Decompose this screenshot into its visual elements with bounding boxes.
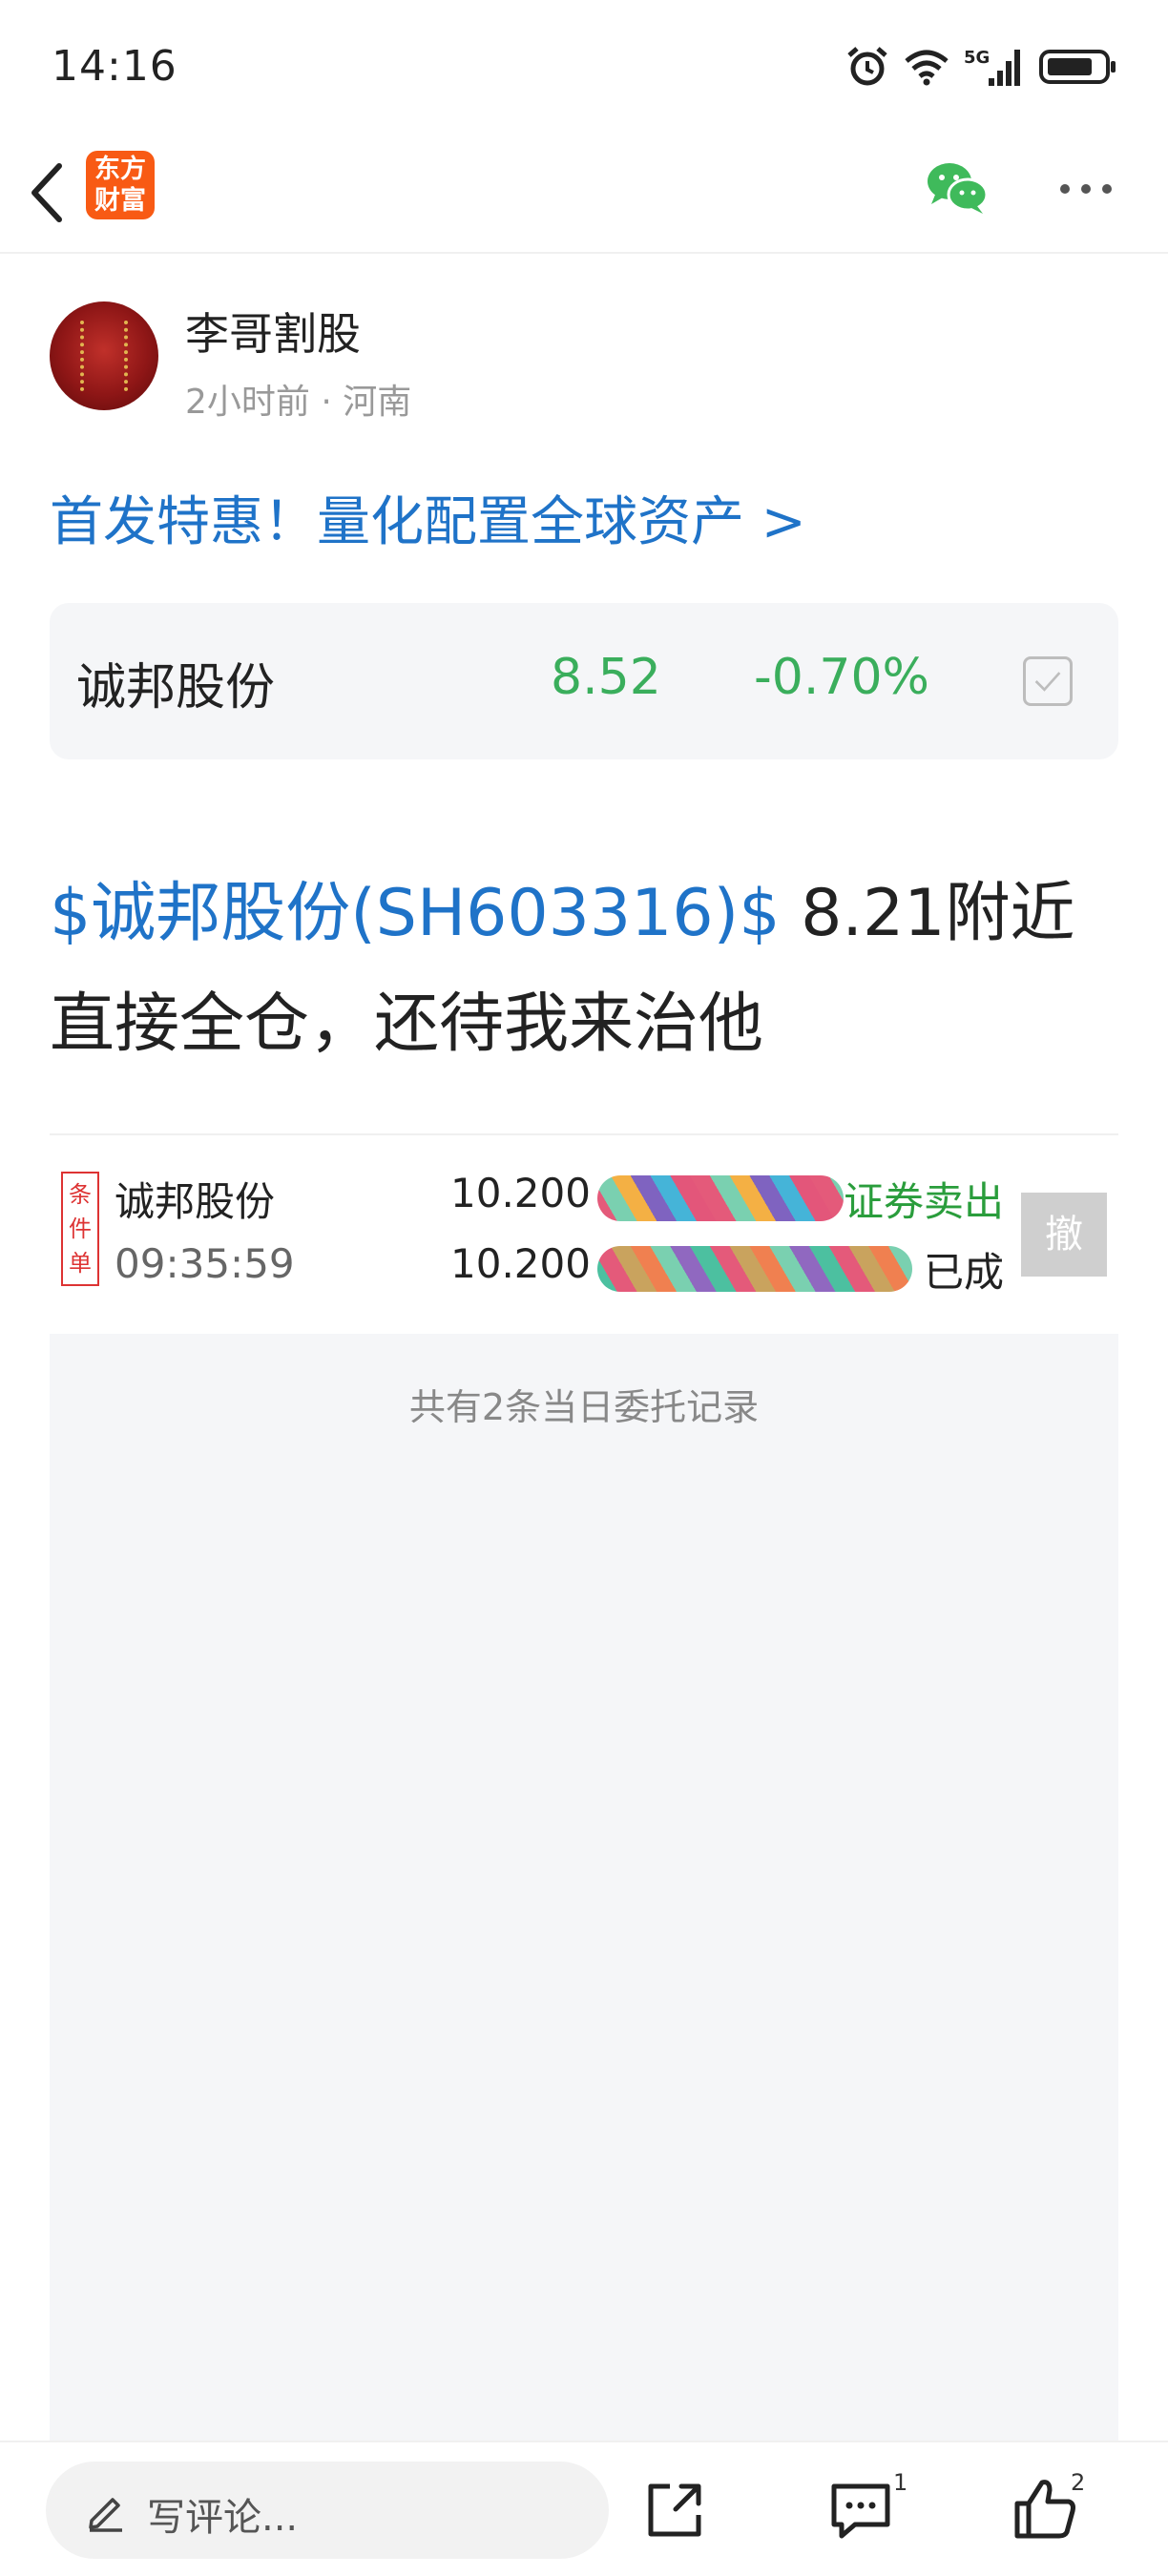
order-filled-price: 10.200: [450, 1240, 591, 1287]
app-logo-line1: 东方: [94, 155, 146, 184]
comment-count: 1: [893, 2469, 908, 2496]
post-time: 2小时前: [185, 383, 310, 422]
battery-icon: [1039, 50, 1116, 84]
post-text-line2: 直接全仓，还待我来治他: [50, 987, 764, 1062]
cancel-order-button[interactable]: 撤: [1021, 1193, 1107, 1277]
order-price: 10.200: [450, 1170, 591, 1216]
status-time: 14:16: [52, 42, 177, 91]
like-count: 2: [1071, 2469, 1086, 2496]
records-summary: 共有2条当日委托记录: [408, 1386, 760, 1428]
comment-icon[interactable]: [826, 2477, 895, 2544]
alarm-icon: [847, 47, 887, 86]
badge-char-2: 件: [69, 1215, 92, 1242]
order-action: 证券卖出: [844, 1178, 1005, 1225]
wechat-icon[interactable]: [926, 158, 989, 218]
redaction-mask: [597, 1175, 844, 1221]
app-logo[interactable]: 东方 财富: [86, 151, 155, 219]
bottom-bar: 写评论... 1 2: [0, 2441, 1168, 2576]
badge-char-1: 条: [69, 1181, 92, 1208]
wifi-icon: [905, 50, 949, 86]
status-icons: 5G: [845, 46, 1118, 88]
records-area: 共有2条当日委托记录: [50, 1334, 1118, 2441]
svg-text:5G: 5G: [964, 48, 990, 68]
badge-char-3: 单: [69, 1250, 92, 1277]
share-icon[interactable]: [641, 2477, 708, 2544]
back-button[interactable]: [23, 156, 71, 229]
stock-card[interactable]: 诚邦股份 8.52 -0.70%: [50, 603, 1118, 759]
5g-signal-icon: 5G: [964, 48, 1020, 86]
promo-link[interactable]: 首发特惠！量化配置全球资产 >: [50, 479, 806, 556]
status-bar: 14:16 5G: [0, 0, 1168, 134]
meta-separator: ·: [321, 383, 332, 422]
stock-change: -0.70%: [754, 649, 929, 706]
post-meta: 2小时前 · 河南: [185, 374, 411, 424]
order-time: 09:35:59: [115, 1240, 295, 1287]
order-stock-name: 诚邦股份: [115, 1178, 276, 1225]
stock-price: 8.52: [551, 649, 661, 706]
author-name[interactable]: 李哥割股: [185, 300, 361, 363]
stock-tag-link[interactable]: $诚邦股份(SH603316)$: [50, 876, 780, 951]
post-body: $诚邦股份(SH603316)$ 8.21附近 直接全仓，还待我来治他: [50, 859, 1122, 1080]
order-status: 已成: [924, 1249, 1005, 1296]
more-horizontal-icon[interactable]: [1057, 179, 1115, 198]
stock-name: 诚邦股份: [76, 659, 276, 717]
divider: [50, 1133, 1118, 1135]
comment-placeholder: 写评论...: [147, 2496, 299, 2540]
post-location: 河南: [343, 383, 412, 422]
app-logo-line2: 财富: [94, 186, 146, 216]
avatar[interactable]: [50, 301, 158, 410]
condition-order-badge: 条 件 单: [61, 1172, 99, 1286]
pencil-icon: [89, 2498, 122, 2532]
checkbox-icon[interactable]: [1023, 656, 1073, 706]
comment-input[interactable]: 写评论...: [46, 2462, 609, 2559]
post-text-line1: 8.21附近: [780, 876, 1075, 951]
nav-bar: 东方 财富: [0, 134, 1168, 254]
redaction-mask: [597, 1246, 912, 1292]
